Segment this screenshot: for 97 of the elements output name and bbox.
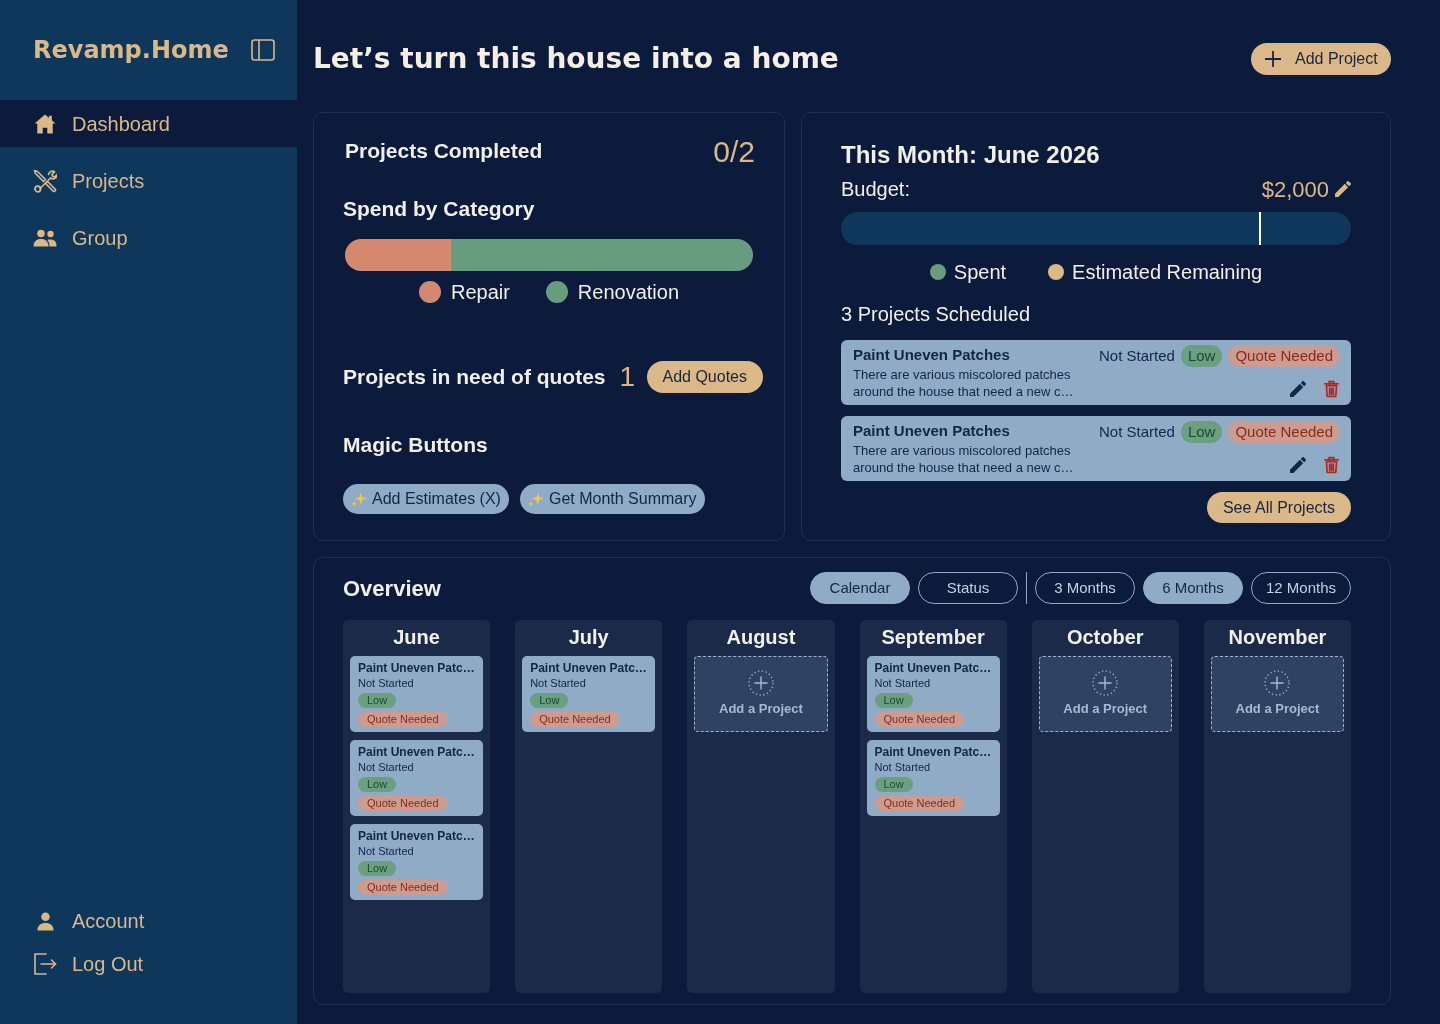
magic-button[interactable]: Get Month Summary [519, 484, 705, 514]
pencil-icon[interactable] [1335, 181, 1351, 197]
budget-label: Budget: [841, 177, 910, 202]
quote-tag: Quote Needed [1228, 345, 1340, 368]
logout-icon [33, 953, 57, 975]
card-title: Paint Uneven Patc… [874, 744, 992, 760]
month-heading: June [392, 624, 441, 650]
add-project-button[interactable]: Add a Project [694, 656, 828, 732]
completed-count: 0/2 [713, 133, 755, 170]
card-title: Paint Uneven Patc… [358, 828, 475, 844]
view-tab[interactable]: Calendar [810, 572, 910, 604]
legend-label: Repair [450, 280, 510, 305]
card-status: Not Started [358, 676, 414, 691]
plus-circle-icon [1264, 669, 1291, 696]
see-all-projects-button[interactable]: See All Projects [1206, 492, 1351, 523]
card-status: Not Started [530, 676, 586, 691]
priority-tag: Low [874, 777, 913, 792]
quote-count: 1 [619, 360, 636, 394]
plus-circle-icon [747, 669, 774, 696]
sparkle-icon [527, 491, 544, 507]
project-title: Paint Uneven Patches [853, 421, 1011, 441]
card-heading: Projects in need of quotes [343, 364, 606, 391]
quote-tag: Quote Needed [874, 796, 965, 811]
status-label: Not Started [1099, 422, 1175, 442]
project-card[interactable]: Paint Uneven Patc… Not Started Low Quote Needed [350, 740, 484, 816]
sparkle-icon [351, 491, 367, 507]
priority-tag: Low [1180, 421, 1223, 444]
project-row[interactable]: Paint Uneven Patches There are various miscolored patches around the house that need a new c… Not Started Low Quote Needed [841, 416, 1351, 481]
priority-tag: Low [358, 693, 397, 708]
card-title: Paint Uneven Patc… [874, 660, 992, 676]
nav-item[interactable]: Group [0, 214, 297, 261]
month-heading: July [567, 624, 610, 650]
nav-item[interactable]: Projects [0, 157, 297, 204]
pencil-icon[interactable] [1290, 457, 1306, 473]
priority-tag: Low [874, 693, 913, 708]
panel-heading: Overview [343, 574, 441, 603]
card-status: Not Started [874, 760, 931, 775]
home-icon [34, 113, 56, 134]
plus-icon [1265, 51, 1281, 67]
section-label: 3 Projects Scheduled [841, 302, 1031, 326]
quote-tag: Quote Needed [530, 712, 620, 727]
month-heading: November [1227, 624, 1328, 650]
add-project-button[interactable]: Add a Project [1038, 656, 1172, 732]
magic-button[interactable]: Add Estimates (X) [343, 484, 509, 514]
quote-tag: Quote Needed [358, 880, 448, 895]
nav-item[interactable]: Dashboard [0, 100, 297, 147]
card-heading: This Month: June 2026 [841, 140, 1101, 170]
user-icon [35, 911, 55, 931]
project-card[interactable]: Paint Uneven Patc… Not Started Low Quote Needed [866, 656, 1000, 732]
card-heading: Projects Completed [345, 138, 543, 165]
card-status: Not Started [874, 676, 931, 691]
sidebar-toggle-icon[interactable] [250, 39, 275, 61]
month-heading: August [725, 624, 797, 650]
project-row[interactable]: Paint Uneven Patches There are various miscolored patches around the house that need a new c… Not Started Low Quote Needed [841, 340, 1351, 405]
card-title: Paint Uneven Patc… [530, 660, 647, 676]
priority-tag: Low [530, 693, 569, 708]
nav-item[interactable]: Account [0, 903, 297, 939]
project-card[interactable]: Paint Uneven Patc… Not Started Low Quote Needed [866, 740, 1000, 816]
pencil-icon[interactable] [1290, 381, 1306, 397]
priority-tag: Low [358, 861, 397, 876]
status-label: Not Started [1099, 346, 1175, 366]
project-description: There are various miscolored patches around the house that need a new c… [853, 366, 1075, 400]
nav-item[interactable]: Log Out [0, 946, 297, 982]
card-title: Paint Uneven Patc… [358, 744, 475, 760]
priority-tag: Low [1180, 345, 1223, 368]
app-logo: Revamp.Home [33, 35, 229, 65]
quote-tag: Quote Needed [358, 796, 448, 811]
add-quotes-button[interactable]: Add Quotes [646, 361, 763, 393]
card-heading: Spend by Category [343, 196, 536, 223]
project-title: Paint Uneven Patches [853, 345, 1011, 365]
month-heading: September [880, 624, 986, 650]
range-tab[interactable]: 6 Months [1143, 572, 1243, 604]
card-title: Paint Uneven Patc… [358, 660, 475, 676]
project-card[interactable]: Paint Uneven Patc… Not Started Low Quote Needed [350, 656, 484, 732]
users-icon [33, 228, 57, 247]
trash-icon[interactable] [1324, 380, 1339, 398]
priority-tag: Low [358, 777, 397, 792]
plus-circle-icon [1092, 669, 1119, 696]
quote-tag: Quote Needed [1228, 421, 1340, 444]
quote-tag: Quote Needed [358, 712, 448, 727]
legend-label: Spent [953, 260, 1007, 285]
quote-tag: Quote Needed [874, 712, 965, 727]
legend-label: Renovation [577, 280, 680, 305]
page-title: Let’s turn this house into a home [313, 42, 839, 76]
project-card[interactable]: Paint Uneven Patc… Not Started Low Quote Needed [522, 656, 656, 732]
budget-amount: $2,000 [1261, 175, 1329, 204]
card-heading: Magic Buttons [343, 432, 489, 459]
month-heading: October [1065, 624, 1145, 650]
legend-label: Estimated Remaining [1072, 260, 1263, 285]
card-status: Not Started [358, 844, 414, 859]
project-card[interactable]: Paint Uneven Patc… Not Started Low Quote Needed [350, 824, 484, 900]
card-status: Not Started [358, 760, 414, 775]
tools-icon [33, 168, 57, 193]
add-project-button[interactable]: Add a Project [1210, 656, 1344, 732]
trash-icon[interactable] [1324, 456, 1339, 474]
project-description: There are various miscolored patches around the house that need a new c… [853, 442, 1075, 476]
add-project-button[interactable]: Add Project [1251, 43, 1391, 75]
